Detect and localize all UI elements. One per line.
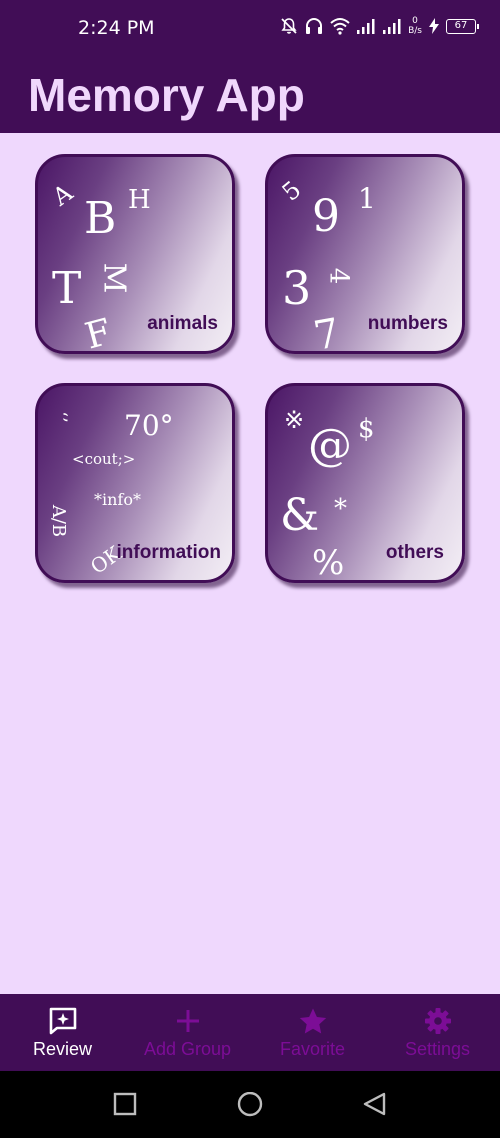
net-speed: 0 B/s xyxy=(408,16,422,36)
status-icons: 0 B/s 67 xyxy=(280,16,479,36)
wifi-icon xyxy=(330,18,350,35)
tile-glyph: % xyxy=(312,543,345,583)
tile-label: animals xyxy=(147,313,218,334)
tile-glyph: $ xyxy=(358,414,375,444)
group-tile-others[interactable]: ※ @ $ & * % others xyxy=(265,383,465,583)
app-bar: Memory App xyxy=(0,56,500,133)
gear-icon xyxy=(424,1008,451,1034)
tile-glyph: B xyxy=(84,193,117,244)
tile-glyph: H xyxy=(128,185,151,215)
signal-icon-1 xyxy=(357,19,375,34)
tile-label: information xyxy=(116,542,222,563)
nav-label-add-group: Add Group xyxy=(143,1039,232,1059)
nav-item-review[interactable]: Review xyxy=(0,994,125,1071)
system-navigation-bar xyxy=(0,1071,500,1138)
net-speed-unit: B/s xyxy=(408,26,422,36)
tile-glyph: A/B xyxy=(48,504,70,538)
tile-glyph: 4 xyxy=(323,267,354,285)
review-icon xyxy=(49,1007,76,1035)
tile-glyph: M xyxy=(96,262,132,294)
bottom-navigation: Review Add Group Favorite Settings xyxy=(0,994,500,1071)
group-tile-animals[interactable]: A B H T M F animals xyxy=(35,154,235,354)
status-bar: 2:24 PM 0 B/s 67 xyxy=(0,0,500,56)
nav-item-add-group[interactable]: Add Group xyxy=(125,994,250,1071)
star-icon xyxy=(299,1008,326,1034)
nav-label-review: Review xyxy=(32,1039,93,1059)
tile-glyph: & xyxy=(280,490,320,541)
tile-glyph: 9 xyxy=(312,191,340,242)
tile-glyph: T xyxy=(52,263,82,314)
battery-indicator: 67 xyxy=(446,18,479,34)
tile-glyph: ‘’ xyxy=(49,411,71,423)
group-tile-information[interactable]: ‘’ 70° <cout;> *info* A/B OK information xyxy=(35,383,235,583)
tile-glyph: 3 xyxy=(282,261,312,315)
app-title: Memory App xyxy=(28,69,305,121)
tile-glyph: 5 xyxy=(276,175,307,207)
nav-item-favorite[interactable]: Favorite xyxy=(250,994,375,1071)
tile-glyph: 70° xyxy=(124,409,174,442)
signal-icon-2 xyxy=(383,19,401,34)
status-time: 2:24 PM xyxy=(78,17,155,39)
tile-glyph: *info* xyxy=(94,490,141,509)
tile-glyph: A xyxy=(47,178,78,212)
headphones-icon xyxy=(306,18,323,34)
group-tile-numbers[interactable]: 5 9 1 3 4 7 numbers xyxy=(265,154,465,354)
nav-label-favorite: Favorite xyxy=(279,1039,346,1059)
tile-glyph: @ xyxy=(308,420,352,471)
back-icon[interactable] xyxy=(362,1092,388,1118)
charging-icon xyxy=(429,18,439,34)
home-icon[interactable] xyxy=(236,1092,264,1120)
tile-glyph: F xyxy=(80,311,116,354)
tile-glyph: ※ xyxy=(284,406,305,434)
net-speed-value: 0 xyxy=(412,16,418,26)
tile-label: others xyxy=(385,542,444,563)
tile-glyph: * xyxy=(334,494,347,524)
tile-glyph: <cout;> xyxy=(72,450,136,468)
nav-label-settings: Settings xyxy=(404,1039,471,1059)
notifications-off-icon xyxy=(281,18,297,34)
recent-apps-icon[interactable] xyxy=(113,1092,137,1116)
plus-icon xyxy=(176,1010,199,1032)
nav-item-settings[interactable]: Settings xyxy=(375,994,500,1071)
tile-glyph: 7 xyxy=(310,310,344,354)
tile-label: numbers xyxy=(367,313,448,334)
tile-glyph: 1 xyxy=(358,182,376,215)
